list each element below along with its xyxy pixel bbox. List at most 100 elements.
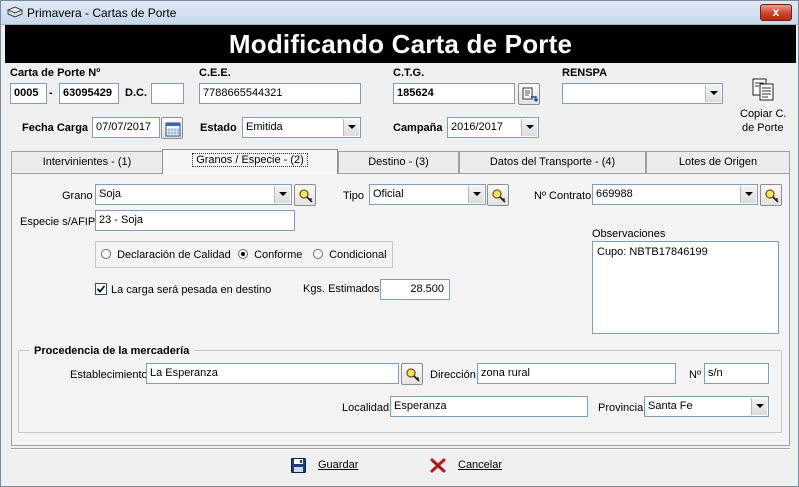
localidad-label: Localidad: [342, 402, 390, 414]
carta-prefix-field[interactable]: 0005: [10, 83, 47, 104]
main-window: Primavera - Cartas de Porte x Modificand…: [0, 0, 799, 487]
ctg-lookup-button[interactable]: [518, 83, 540, 105]
search-key-icon: [406, 368, 420, 382]
contrato-search-button[interactable]: [760, 184, 782, 206]
guardar-button[interactable]: Guardar: [291, 457, 371, 475]
radio-circle: [101, 249, 111, 259]
bottom-separator: [11, 448, 790, 450]
observaciones-label: Observaciones: [592, 228, 666, 240]
guardar-label: Guardar: [318, 459, 359, 471]
radio-circle: [313, 249, 323, 259]
kgs-label: Kgs. Estimados: [303, 283, 380, 295]
localidad-field[interactable]: Esperanza: [390, 396, 588, 417]
tab-intervinientes[interactable]: Intervinientes - (1): [11, 151, 163, 173]
radio-label: Condicional: [329, 249, 387, 261]
cee-label: C.E.E.: [199, 67, 231, 79]
dropdown-arrow-icon[interactable]: [468, 186, 484, 203]
radio-condicional[interactable]: Condicional: [313, 249, 387, 261]
renspa-combo[interactable]: [562, 83, 723, 104]
tab-label: Granos / Especie - (2): [192, 153, 308, 167]
tab-lotes-origen[interactable]: Lotes de Origen: [646, 151, 790, 173]
especie-field[interactable]: 23 - Soja: [95, 210, 295, 231]
establecimiento-label: Establecimiento: [70, 369, 148, 381]
radio-circle-selected: [238, 249, 248, 259]
copy-document-icon: [752, 78, 774, 101]
dropdown-arrow-icon[interactable]: [521, 119, 537, 136]
dropdown-arrow-icon[interactable]: [751, 398, 767, 415]
tab-label: Destino - (3): [368, 156, 429, 168]
tipo-combo[interactable]: Oficial: [369, 184, 486, 205]
dc-field[interactable]: [151, 83, 184, 104]
direccion-label: Dirección: [430, 369, 476, 381]
provincia-combo[interactable]: Santa Fe: [644, 396, 769, 417]
check-mark-icon: [96, 285, 106, 293]
radio-label: Conforme: [254, 249, 303, 261]
pesada-checkbox[interactable]: [95, 283, 107, 295]
tab-datos-transporte[interactable]: Datos del Transporte - (4): [459, 151, 646, 173]
grano-combo[interactable]: Soja: [95, 184, 292, 205]
numero-label: Nº: [689, 369, 701, 381]
tab-label: Lotes de Origen: [678, 156, 758, 168]
search-key-icon: [299, 189, 313, 203]
provincia-value: Santa Fe: [648, 400, 693, 412]
copy-carta-button[interactable]: Copiar C. de Porte: [738, 77, 790, 135]
copy-label-line1: Copiar C.: [740, 108, 787, 120]
fecha-carga-field[interactable]: 07/07/2017: [92, 117, 160, 138]
dropdown-arrow-icon[interactable]: [705, 85, 721, 102]
procedencia-title: Procedencia de la mercadería: [29, 345, 195, 357]
dropdown-arrow-icon[interactable]: [343, 119, 359, 136]
close-button[interactable]: x: [760, 4, 792, 21]
renspa-label: RENSPA: [562, 67, 608, 79]
numero-field[interactable]: s/n: [704, 363, 769, 384]
contrato-value: 669988: [596, 188, 633, 200]
grano-search-button[interactable]: [294, 184, 316, 206]
provincia-label: Provincia: [598, 402, 644, 414]
especie-label: Especie s/AFIP: [20, 216, 96, 228]
estado-value: Emitida: [246, 121, 283, 133]
campana-combo[interactable]: 2016/2017: [447, 117, 539, 138]
cancel-x-icon: [430, 458, 446, 473]
cee-field[interactable]: 7788665544321: [199, 83, 361, 104]
save-disk-icon: [291, 458, 306, 473]
dropdown-arrow-icon[interactable]: [740, 186, 756, 203]
tipo-value: Oficial: [373, 188, 404, 200]
tab-granos-especie[interactable]: Granos / Especie - (2): [162, 149, 338, 174]
tipo-search-button[interactable]: [487, 184, 509, 206]
dc-label: D.C.: [125, 87, 147, 99]
kgs-field[interactable]: 28.500: [380, 279, 450, 300]
radio-label: Declaración de Calidad: [117, 249, 231, 261]
campana-value: 2016/2017: [451, 121, 503, 133]
search-key-icon: [492, 189, 506, 203]
radio-declaracion-calidad[interactable]: Declaración de Calidad: [101, 249, 231, 261]
carta-number-field[interactable]: 63095429: [59, 83, 119, 104]
tab-label: Datos del Transporte - (4): [489, 156, 616, 168]
estado-label: Estado: [200, 122, 237, 134]
cancelar-button[interactable]: Cancelar: [429, 457, 509, 475]
calendar-button[interactable]: [161, 117, 183, 139]
tab-destino[interactable]: Destino - (3): [338, 151, 459, 173]
title-bar: Primavera - Cartas de Porte x: [1, 1, 798, 25]
ctg-lookup-icon: [522, 87, 538, 103]
page-banner: Modificando Carta de Porte: [5, 25, 796, 63]
tab-label: Intervinientes - (1): [42, 156, 132, 168]
ctg-label: C.T.G.: [393, 67, 425, 79]
copy-label-line2: de Porte: [742, 122, 784, 134]
grano-value: Soja: [99, 188, 122, 200]
establecimiento-search-button[interactable]: [401, 363, 423, 385]
ctg-field[interactable]: 185624: [393, 83, 515, 104]
direccion-field[interactable]: zona rural: [477, 363, 676, 384]
estado-combo[interactable]: Emitida: [242, 117, 361, 138]
calendar-icon: [165, 122, 181, 137]
grano-label: Grano: [62, 190, 93, 202]
pesada-label: La carga será pesada en destino: [111, 284, 272, 296]
window-title: Primavera - Cartas de Porte: [27, 6, 177, 20]
observaciones-textarea[interactable]: Cupo: NBTB17846199: [592, 241, 779, 334]
radio-conforme[interactable]: Conforme: [238, 249, 302, 261]
cancelar-label: Cancelar: [458, 459, 503, 471]
dropdown-arrow-icon[interactable]: [274, 186, 290, 203]
fecha-carga-label: Fecha Carga: [22, 122, 89, 134]
app-icon: [6, 6, 24, 19]
establecimiento-field[interactable]: La Esperanza: [146, 363, 399, 384]
tipo-label: Tipo: [343, 190, 364, 202]
contrato-combo[interactable]: 669988: [592, 184, 758, 205]
